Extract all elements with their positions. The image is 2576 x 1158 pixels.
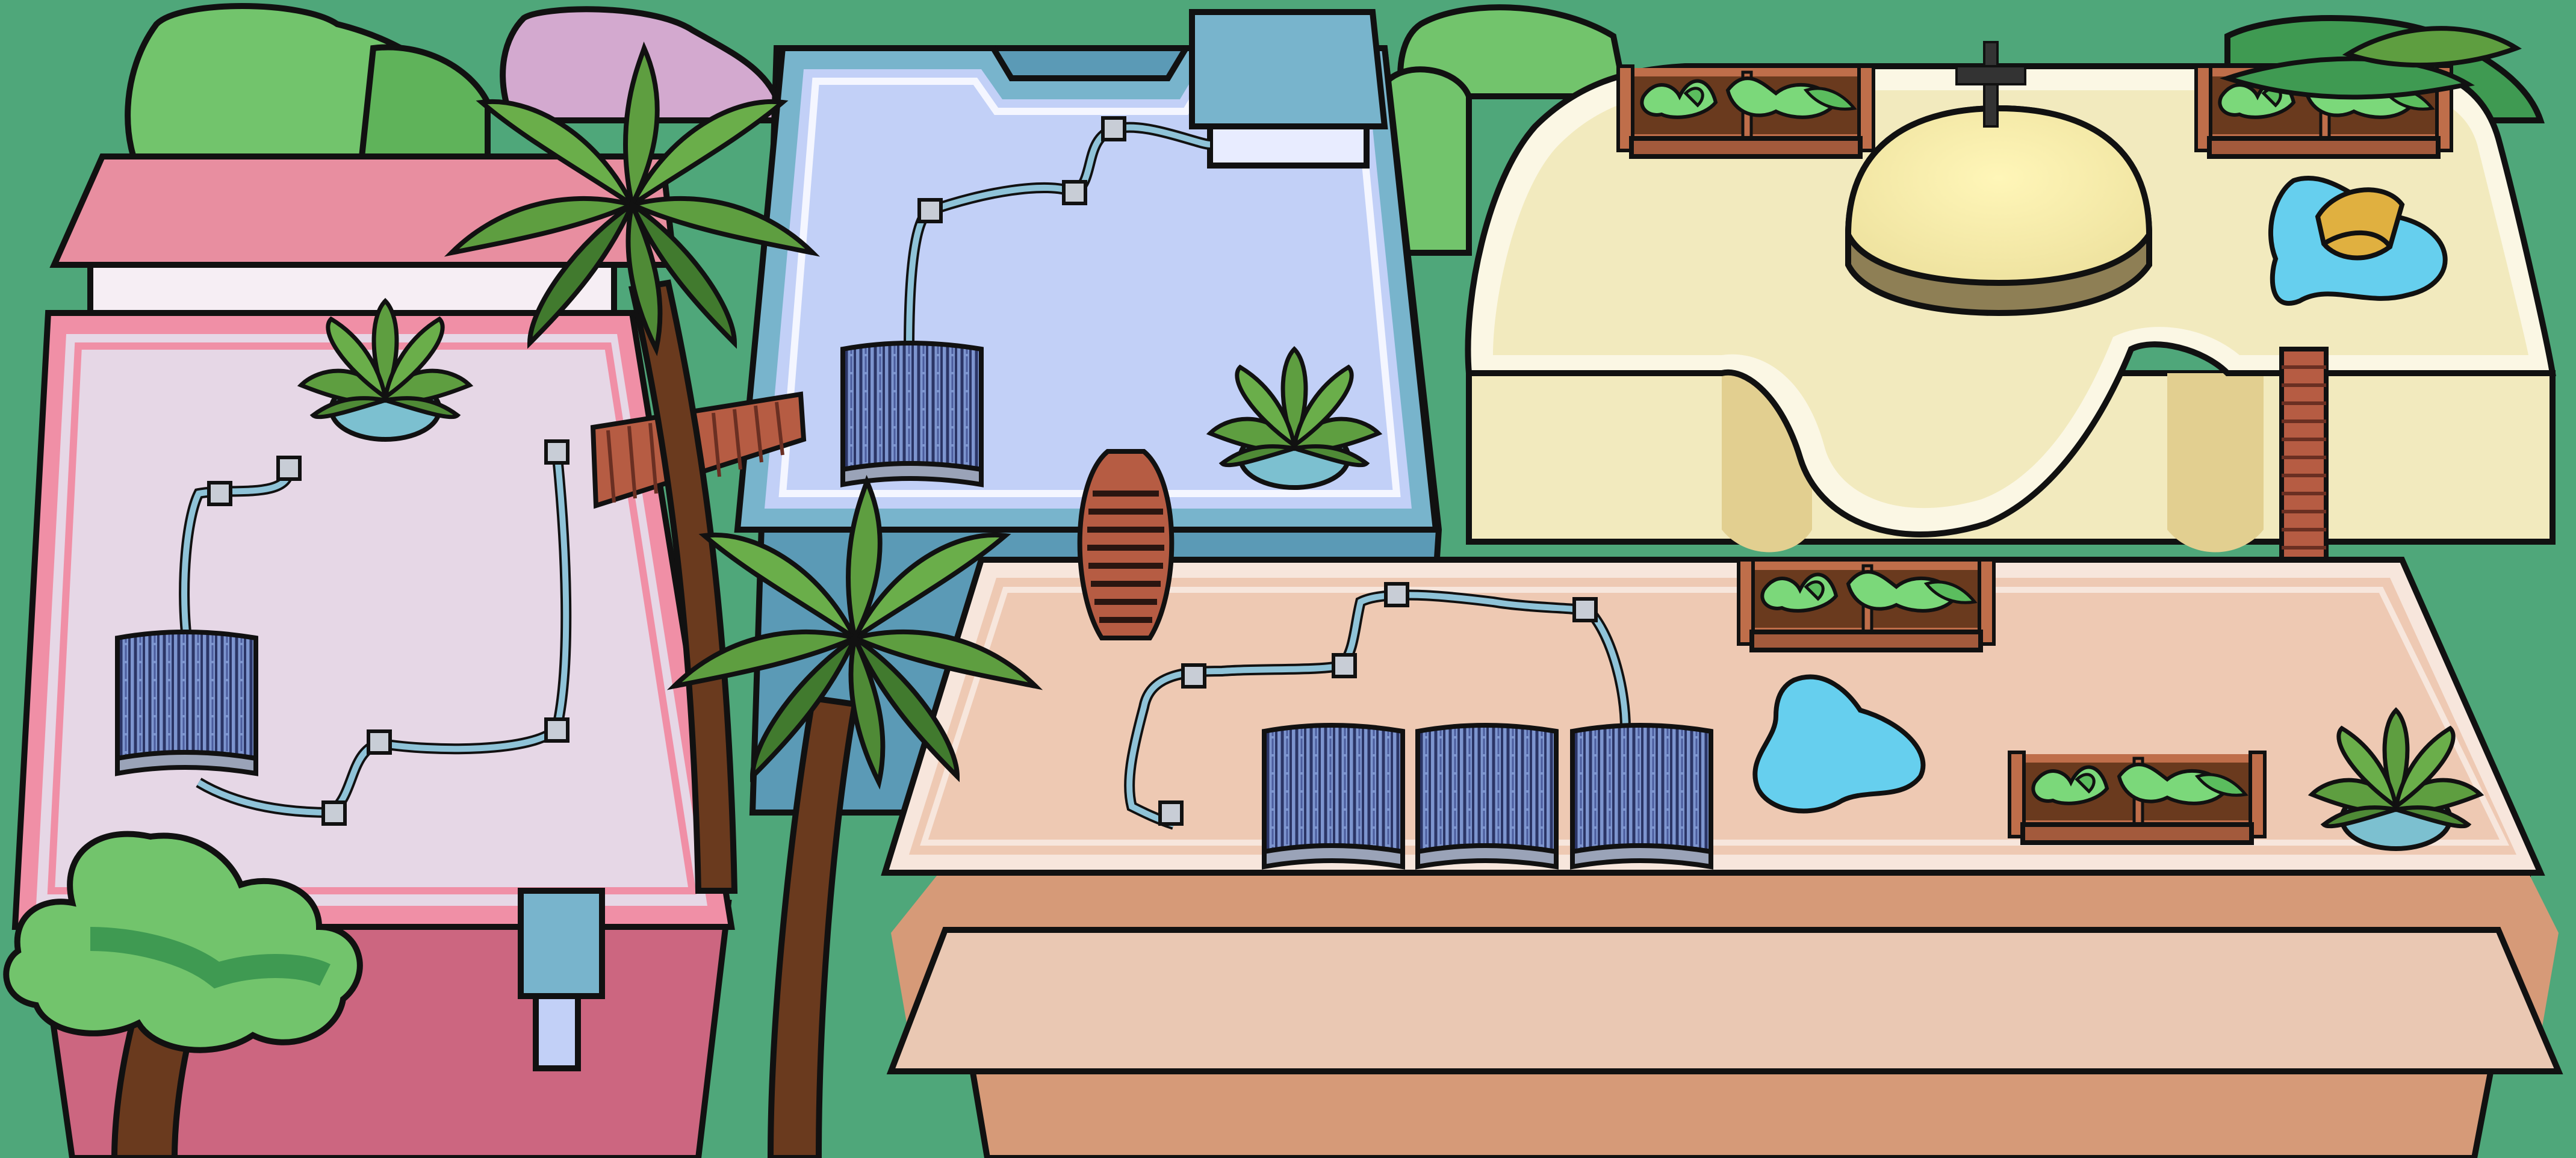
skylight-dome — [1845, 105, 2153, 317]
garden-planter — [1739, 560, 1994, 650]
cream-building — [1465, 41, 2556, 610]
solar-panel — [117, 632, 256, 773]
rooftop-scene — [0, 0, 2576, 1158]
garden-planter — [2010, 752, 2265, 843]
ladder — [1077, 449, 1175, 640]
garden-planter — [1618, 66, 1873, 156]
solar-panel — [1264, 725, 1403, 867]
bucket — [2315, 187, 2405, 261]
solar-panel — [1418, 725, 1556, 867]
solar-panel — [843, 343, 981, 485]
solar-panel — [1572, 725, 1711, 867]
tan-building — [881, 560, 2563, 1158]
ventilation-duct — [1189, 9, 1388, 169]
